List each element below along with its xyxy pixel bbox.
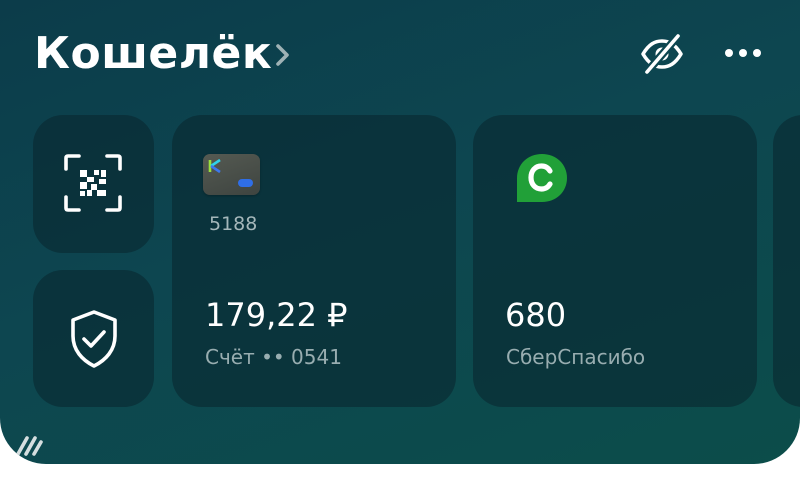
- shield-check-icon: [71, 310, 117, 368]
- wallet-widget: Кошелёк 5188 179,22 ₽ Счёт •• 0541 680 С…: [0, 0, 800, 464]
- card-account-label: Счёт •• 0541: [205, 345, 342, 369]
- chevron-right-icon[interactable]: [272, 42, 294, 68]
- page-title[interactable]: Кошелёк: [34, 26, 272, 82]
- qr-scan-icon: [64, 154, 122, 212]
- card-brand-icon: [208, 159, 221, 173]
- card-thumbnail: [203, 154, 260, 195]
- qr-scan-button[interactable]: [33, 115, 154, 253]
- card-number: 5188: [209, 213, 258, 235]
- card-balance: 179,22 ₽: [205, 296, 348, 334]
- card-chip: [238, 179, 253, 187]
- next-tile[interactable]: [773, 115, 800, 407]
- card-tile[interactable]: 5188 179,22 ₽ Счёт •• 0541: [172, 115, 456, 407]
- brand-stripes-icon: [16, 436, 43, 456]
- eye-off-icon[interactable]: [638, 32, 686, 76]
- more-dots-icon[interactable]: [722, 36, 764, 70]
- sberspasibo-logo-icon: [517, 154, 567, 202]
- spasibo-points: 680: [505, 296, 567, 334]
- security-button[interactable]: [33, 270, 154, 407]
- spasibo-label: СберСпасибо: [506, 345, 646, 369]
- spasibo-tile[interactable]: 680 СберСпасибо: [473, 115, 757, 407]
